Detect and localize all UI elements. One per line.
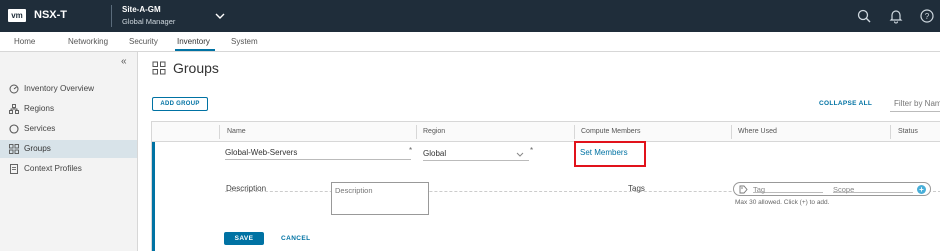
region-select[interactable]: Global — [423, 147, 529, 161]
column-header-region[interactable]: Region — [423, 128, 445, 135]
tags-label: Tags — [628, 184, 645, 193]
nav-security[interactable]: Security — [129, 37, 158, 46]
add-tag-icon[interactable]: + — [917, 185, 926, 194]
save-button[interactable]: SAVE — [224, 232, 264, 245]
required-marker: * — [530, 146, 534, 155]
column-divider — [731, 125, 732, 139]
column-divider — [416, 125, 417, 139]
sidebar-item-context-profiles[interactable]: Context Profiles — [0, 160, 137, 178]
sidebar-item-label: Groups — [24, 144, 51, 153]
cancel-button[interactable]: CANCEL — [281, 235, 310, 242]
nav-active-indicator — [175, 49, 215, 51]
sidebar: « Inventory Overview Regions Services Gr… — [0, 52, 138, 251]
column-header-status[interactable]: Status — [898, 128, 918, 135]
svg-text:?: ? — [925, 12, 930, 21]
nav-home[interactable]: Home — [14, 37, 35, 46]
sidebar-item-label: Context Profiles — [24, 164, 82, 173]
scope-field[interactable]: Scope — [833, 185, 913, 194]
description-field[interactable] — [331, 182, 429, 215]
column-header-compute-members[interactable]: Compute Members — [581, 128, 641, 135]
top-header: vm NSX-T Site-A-GM Global Manager ? — [0, 0, 940, 32]
groups-icon — [9, 144, 19, 154]
product-name: NSX-T — [34, 9, 67, 21]
column-header-name[interactable]: Name — [227, 128, 246, 135]
add-group-button[interactable]: ADD GROUP — [152, 97, 208, 111]
gauge-icon — [9, 84, 19, 94]
nav-inventory[interactable]: Inventory — [177, 37, 210, 46]
nav-system[interactable]: System — [231, 37, 258, 46]
sidebar-item-regions[interactable]: Regions — [0, 100, 137, 118]
description-label: Description — [226, 184, 267, 193]
sidebar-item-label: Inventory Overview — [24, 84, 95, 93]
collapse-sidebar-icon[interactable]: « — [121, 57, 133, 67]
groups-icon — [152, 61, 166, 75]
header-divider — [111, 5, 112, 27]
collapse-all-button[interactable]: COLLAPSE ALL — [819, 100, 872, 107]
group-name-input[interactable]: Global-Web-Servers — [225, 146, 411, 160]
tags-input[interactable]: Tag Scope + — [733, 182, 931, 196]
sidebar-item-label: Regions — [24, 104, 55, 113]
tag-field[interactable]: Tag — [753, 185, 823, 194]
sidebar-item-label: Services — [24, 124, 56, 133]
help-icon[interactable]: ? — [919, 8, 935, 24]
column-divider — [574, 125, 575, 139]
sidebar-item-groups[interactable]: Groups — [0, 140, 137, 158]
chevron-down-icon[interactable] — [516, 150, 524, 158]
column-header-where-used[interactable]: Where Used — [738, 128, 777, 135]
column-divider — [890, 125, 891, 139]
bell-icon[interactable] — [888, 8, 904, 24]
column-divider — [219, 125, 220, 139]
nav-networking[interactable]: Networking — [68, 37, 108, 46]
filter-input[interactable] — [890, 96, 940, 112]
sidebar-item-services[interactable]: Services — [0, 120, 137, 138]
required-marker: * — [409, 146, 413, 155]
chevron-down-icon[interactable] — [213, 9, 227, 23]
search-icon[interactable] — [856, 8, 872, 24]
set-members-link[interactable]: Set Members — [580, 148, 628, 157]
page-title: Groups — [173, 60, 219, 76]
main-nav: Home Networking Security Inventory Syste… — [0, 32, 940, 52]
sidebar-item-inventory-overview[interactable]: Inventory Overview — [0, 80, 137, 98]
site-role: Global Manager — [122, 17, 176, 26]
circle-icon — [9, 124, 19, 134]
document-icon — [10, 164, 18, 174]
grid-header: Name Region Compute Members Where Used S… — [152, 122, 940, 142]
vmware-logo: vm — [8, 9, 26, 22]
hierarchy-icon — [9, 104, 19, 114]
tag-icon — [739, 185, 748, 194]
site-name[interactable]: Site-A-GM — [122, 5, 161, 14]
tags-hint: Max 30 allowed. Click (+) to add. — [735, 199, 830, 206]
